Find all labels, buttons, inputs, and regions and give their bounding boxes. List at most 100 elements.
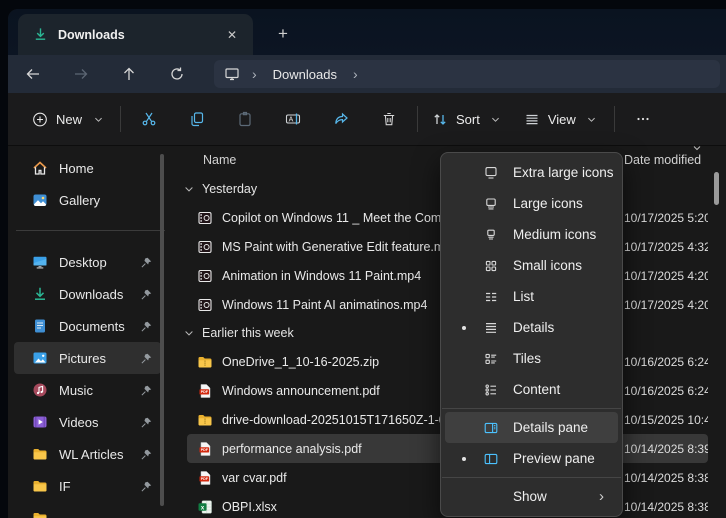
up-button[interactable] — [114, 60, 144, 88]
back-button[interactable] — [18, 60, 48, 88]
svg-text:PDF: PDF — [201, 477, 209, 481]
sidebar-item-label: Home — [59, 161, 161, 176]
sidebar-item-videos[interactable]: Videos — [14, 406, 161, 438]
menu-item-medium-icons[interactable]: Medium icons — [445, 219, 618, 250]
lg-icons-icon — [483, 196, 499, 212]
file-name: Copilot on Windows 11 _ Meet the Compu — [222, 211, 455, 225]
sort-icon — [432, 111, 448, 127]
share-button[interactable] — [317, 101, 365, 137]
videos-icon — [32, 414, 48, 430]
sidebar-item-music[interactable]: Music — [14, 374, 161, 406]
menu-item-show[interactable]: Show › — [445, 481, 618, 512]
sidebar-item-documents[interactable]: Documents — [14, 310, 161, 342]
menu-item-details[interactable]: Details — [445, 312, 618, 343]
menu-item-tiles[interactable]: Tiles — [445, 343, 618, 374]
menu-item-label: Content — [513, 382, 560, 397]
file-name: drive-download-20251015T171650Z-1-001. — [222, 413, 463, 427]
md-icons-icon — [483, 227, 499, 243]
sidebar-item-pictures[interactable]: Pictures — [14, 342, 161, 374]
paste-button[interactable] — [221, 101, 269, 137]
menu-item-small-icons[interactable]: Small icons — [445, 250, 618, 281]
tab-downloads[interactable]: Downloads ✕ — [18, 14, 253, 55]
toolbar-divider — [614, 106, 615, 132]
group-label: Yesterday — [202, 182, 257, 196]
sidebar-item-home[interactable]: Home — [14, 152, 161, 184]
zip-icon — [197, 354, 213, 370]
new-button[interactable]: New — [22, 101, 116, 137]
rename-button[interactable]: A — [269, 101, 317, 137]
pin-icon — [138, 446, 154, 462]
chevron-down-icon — [183, 183, 195, 195]
column-header-date-modified[interactable]: Date modified — [624, 153, 701, 167]
menu-item-label: Small icons — [513, 258, 582, 273]
menu-item-content[interactable]: Content — [445, 374, 618, 405]
sidebar-item-label: Gallery — [59, 193, 161, 208]
sort-direction-indicator — [691, 142, 703, 157]
file-name: Windows announcement.pdf — [222, 384, 380, 398]
view-button-label: View — [548, 112, 576, 127]
menu-item-extra-large-icons[interactable]: Extra large icons — [445, 157, 618, 188]
sidebar-item-label: Videos — [59, 415, 138, 430]
sidebar-item-label: Documents — [59, 319, 138, 334]
sidebar-item-label: Pictures — [59, 351, 138, 366]
delete-button[interactable] — [365, 101, 413, 137]
file-list-scrollbar[interactable] — [714, 172, 719, 205]
file-date-modified: 10/14/2025 8:39 — [624, 442, 708, 456]
menu-item-large-icons[interactable]: Large icons — [445, 188, 618, 219]
cut-button[interactable] — [125, 101, 173, 137]
sort-button[interactable]: Sort — [422, 101, 514, 137]
pin-icon — [138, 414, 154, 430]
refresh-button[interactable] — [162, 60, 192, 88]
breadcrumb[interactable]: › Downloads › — [214, 60, 720, 88]
forward-button[interactable] — [66, 60, 96, 88]
chevron-down-icon — [183, 327, 195, 339]
new-button-label: New — [56, 112, 82, 127]
tab-strip: Downloads ✕ + — [8, 9, 726, 55]
view-dropdown-menu: Extra large iconsLarge iconsMedium icons… — [440, 152, 623, 517]
copy-icon — [189, 111, 205, 127]
sidebar-item-if[interactable]: IF — [14, 470, 161, 502]
column-header-name[interactable]: Name — [203, 153, 236, 167]
new-tab-button[interactable]: + — [270, 21, 296, 47]
sidebar-scrollbar[interactable] — [160, 154, 164, 506]
menu-item-preview-pane[interactable]: Preview pane — [445, 443, 618, 474]
pin-icon — [138, 350, 154, 366]
file-name: OBPI.xlsx — [222, 500, 277, 514]
toolbar-divider — [120, 106, 121, 132]
copy-button[interactable] — [173, 101, 221, 137]
sidebar-item-desktop[interactable]: Desktop — [14, 246, 161, 278]
selected-bullet-icon — [462, 457, 466, 461]
menu-item-details-pane[interactable]: Details pane — [445, 412, 618, 443]
pin-icon — [138, 318, 154, 334]
pin-icon — [138, 286, 154, 302]
paste-icon — [237, 111, 253, 127]
trash-icon — [381, 111, 397, 127]
details-view-icon — [483, 320, 499, 336]
sidebar-item-gallery[interactable]: Gallery — [14, 184, 161, 216]
xl-icons-icon — [483, 165, 499, 181]
breadcrumb-segment[interactable]: Downloads — [269, 67, 341, 82]
file-name: Animation in Windows 11 Paint.mp4 — [222, 269, 421, 283]
view-button[interactable]: View — [514, 101, 610, 137]
menu-item-label: Details pane — [513, 420, 588, 435]
sidebar-item-label: Downloads — [59, 287, 138, 302]
tab-title: Downloads — [58, 28, 221, 42]
menu-item-list[interactable]: List — [445, 281, 618, 312]
file-date-modified: 10/17/2025 4:32 — [624, 240, 708, 254]
file-date-modified: 10/17/2025 4:20 — [624, 269, 708, 283]
file-name: var cvar.pdf — [222, 471, 287, 485]
tab-close-icon[interactable]: ✕ — [221, 24, 243, 46]
see-more-button[interactable] — [619, 101, 667, 137]
sidebar-item-downloads[interactable]: Downloads — [14, 278, 161, 310]
submenu-chevron-icon: › — [599, 488, 604, 505]
file-name: Windows 11 Paint AI animatinos.mp4 — [222, 298, 427, 312]
sidebar-item-item[interactable] — [14, 502, 161, 518]
documents-icon — [32, 318, 48, 334]
file-date-modified: 10/16/2025 6:24 — [624, 355, 708, 369]
breadcrumb-chevron-icon: › — [240, 66, 269, 82]
breadcrumb-chevron-icon: › — [341, 66, 370, 82]
sidebar-item-wl-articles[interactable]: WL Articles — [14, 438, 161, 470]
video-icon — [197, 239, 213, 255]
menu-item-label: Show — [513, 489, 547, 504]
video-icon — [197, 297, 213, 313]
